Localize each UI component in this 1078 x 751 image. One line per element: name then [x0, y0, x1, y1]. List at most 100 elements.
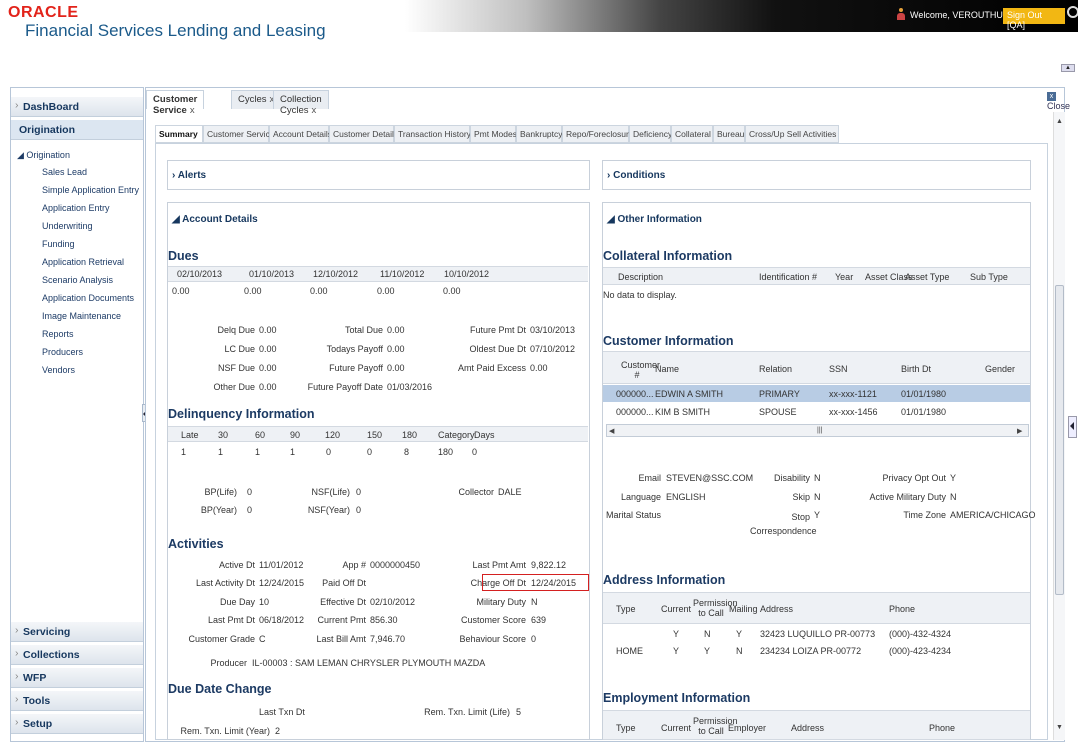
address-row[interactable]: Y N Y 32423 LUQUILLO PR-00773 (000)-432-…	[603, 626, 1030, 643]
close-icon: x	[1047, 92, 1056, 101]
scroll-up-icon[interactable]: ▲	[1056, 118, 1063, 125]
nav-servicing[interactable]: Servicing	[11, 622, 143, 642]
conditions-panel[interactable]	[602, 160, 1031, 190]
dues-value: 0.00	[377, 286, 395, 296]
nav-item-application-retrieval[interactable]: Application Retrieval	[42, 257, 124, 267]
conditions-title[interactable]: › Conditions	[607, 170, 665, 181]
close-button[interactable]: xClose	[1047, 90, 1078, 111]
address-row[interactable]: HOME Y Y N 234234 LOIZA PR-00772 (000)-4…	[603, 643, 1030, 660]
nav-origination[interactable]: Origination	[11, 120, 143, 140]
future-payoff-label: Future Payoff	[329, 363, 383, 373]
nav-item-producers[interactable]: Producers	[42, 347, 83, 357]
scroll-left-icon[interactable]: ◀	[609, 427, 614, 435]
subtab-customer-details[interactable]: Customer Details	[329, 125, 398, 143]
collapse-header-icon[interactable]: ▲	[1061, 64, 1075, 72]
last-bill-amt-label: Last Bill Amt	[316, 634, 366, 644]
tab-customer-service[interactable]: Customer Service x	[146, 90, 205, 116]
customer-grade-value: C	[259, 634, 266, 644]
nav-item-underwriting[interactable]: Underwriting	[42, 221, 93, 231]
total-due-label: Total Due	[344, 325, 383, 335]
close-tab-icon[interactable]: x	[312, 105, 317, 116]
address-header: Type	[616, 604, 636, 614]
collateral-header: Year	[835, 272, 854, 282]
nav-collections[interactable]: Collections	[11, 645, 143, 665]
sign-out-button[interactable]: Sign Out [QA]	[1003, 8, 1065, 30]
address-permission: N	[704, 629, 711, 639]
address-header: Current	[661, 604, 692, 614]
subtab-collateral[interactable]: Collateral	[671, 125, 713, 143]
address-text: 234234 LOIZA PR-00772	[760, 646, 862, 656]
tab-collection-cycles[interactable]: Collection Cycles x	[273, 90, 329, 116]
alerts-panel[interactable]	[167, 160, 590, 190]
active-dt-label: Active Dt	[218, 560, 255, 570]
scroll-right-icon[interactable]: ▶	[1017, 427, 1022, 435]
rem-txn-limit-life-value: 5	[516, 707, 522, 717]
todays-payoff-value: 0.00	[387, 344, 405, 354]
nav-setup[interactable]: Setup	[11, 714, 143, 734]
rem-txn-limit-year-label: Rem. Txn. Limit (Year)	[180, 726, 270, 736]
employment-header: Current	[661, 723, 692, 733]
customer-row[interactable]: 000000... KIM B SMITH SPOUSE xx-xxx-1456…	[603, 403, 1030, 420]
nav-item-funding[interactable]: Funding	[42, 239, 75, 249]
account-details-title[interactable]: ◢ Account Details	[172, 214, 258, 225]
vscroll-thumb[interactable]	[1055, 285, 1064, 595]
user-icon	[897, 8, 905, 20]
delinq-value: 8	[404, 447, 410, 457]
product-title: Financial Services Lending and Leasing	[25, 21, 326, 40]
stop-correspondence-value: Y	[814, 510, 821, 520]
disability-label: Disability	[773, 473, 810, 483]
nav-dashboard[interactable]: DashBoard	[11, 97, 143, 117]
nav-item-simple-application-entry[interactable]: Simple Application Entry	[42, 185, 139, 195]
nav-item-sales-lead[interactable]: Sales Lead	[42, 167, 87, 177]
time-zone-value: AMERICA/CHICAGO	[950, 510, 1036, 520]
last-pmt-amt-label: Last Pmt Amt	[472, 560, 526, 570]
address-current: Y	[673, 646, 680, 656]
last-pmt-dt-label: Last Pmt Dt	[207, 615, 255, 625]
close-tab-icon[interactable]: x	[190, 105, 195, 116]
subtab-repo-foreclosure[interactable]: Repo/Foreclosure	[562, 125, 634, 143]
subtab-pmt-modes[interactable]: Pmt Modes	[470, 125, 517, 143]
subtab-bureau[interactable]: Bureau	[713, 125, 745, 143]
dues-grid-header: 02/10/2013 01/10/2013 12/10/2012 11/10/2…	[168, 266, 588, 282]
app-number-label: App #	[342, 560, 366, 570]
app-number-value: 0000000450	[370, 560, 421, 570]
customer-info-title: Customer Information	[603, 334, 734, 348]
nsf-year-label: NSF(Year)	[307, 505, 350, 515]
other-information-title[interactable]: ◢ Other Information	[607, 214, 702, 225]
scroll-grip-icon[interactable]: |||	[817, 427, 822, 434]
nav-item-application-documents[interactable]: Application Documents	[42, 293, 134, 303]
producer-label: Producer	[210, 658, 247, 668]
subtab-account-details[interactable]: Account Details	[269, 125, 332, 143]
employment-info-title: Employment Information	[603, 691, 751, 705]
nav-item-image-maintenance[interactable]: Image Maintenance	[42, 311, 121, 321]
scroll-down-icon[interactable]: ▼	[1056, 724, 1063, 731]
military-duty-label: Military Duty	[476, 597, 526, 607]
subtab-cross-up-sell[interactable]: Cross/Up Sell Activities	[745, 125, 839, 143]
nav-item-reports[interactable]: Reports	[42, 329, 74, 339]
total-due-value: 0.00	[387, 325, 405, 335]
customer-grid-hscrollbar[interactable]: ◀ ||| ▶	[606, 424, 1029, 437]
dues-value: 0.00	[310, 286, 328, 296]
delq-due-value: 0.00	[259, 325, 277, 335]
expand-right-panel-handle[interactable]	[1068, 416, 1077, 438]
employment-header: Phone	[929, 723, 956, 733]
nav-item-vendors[interactable]: Vendors	[42, 365, 75, 375]
help-icon[interactable]	[1067, 6, 1078, 18]
nav-tools[interactable]: Tools	[11, 691, 143, 711]
subtab-deficiency[interactable]: Deficiency	[629, 125, 672, 143]
subtab-bankruptcy[interactable]: Bankruptcy	[516, 125, 563, 143]
activities-title: Activities	[168, 537, 224, 551]
alerts-title[interactable]: › Alerts	[172, 170, 206, 181]
amt-paid-excess-value: 0.00	[530, 363, 548, 373]
customer-header: Relation	[759, 364, 793, 374]
customer-row[interactable]: 000000... EDWIN A SMITH PRIMARY xx-xxx-1…	[603, 385, 1030, 402]
nav-tools-label: Tools	[23, 695, 51, 707]
nav-tree-origination[interactable]: ◢ Origination	[17, 150, 70, 161]
nav-wfp[interactable]: WFP	[11, 668, 143, 688]
subtab-summary[interactable]: Summary	[155, 125, 203, 143]
welcome-menu[interactable]: Welcome, VEROUTHU ▾	[910, 10, 1010, 21]
nav-item-scenario-analysis[interactable]: Scenario Analysis	[42, 275, 113, 285]
nav-item-application-entry[interactable]: Application Entry	[42, 203, 110, 213]
subtab-transaction-history[interactable]: Transaction History	[394, 125, 471, 143]
subtab-customer-service[interactable]: Customer Service	[203, 125, 275, 143]
